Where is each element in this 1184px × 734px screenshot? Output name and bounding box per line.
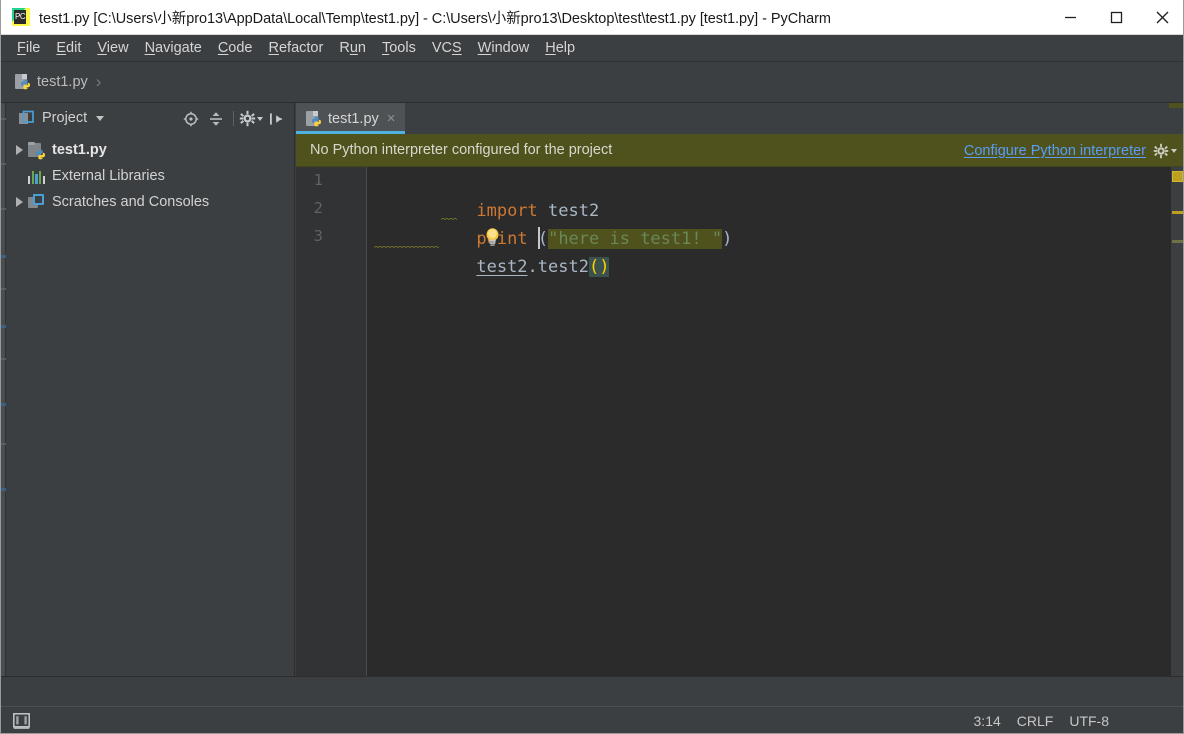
tree-item-label: External Libraries xyxy=(52,168,165,184)
breadcrumb-label: test1.py xyxy=(37,74,88,90)
project-panel-actions xyxy=(179,103,288,134)
token-dot: . xyxy=(527,257,538,277)
line-number: 1 xyxy=(313,171,323,189)
tree-item-label: Scratches and Consoles xyxy=(52,194,210,210)
hide-left-icon[interactable] xyxy=(264,107,288,131)
line-separator[interactable]: CRLF xyxy=(1017,713,1054,729)
token-paren-close: ) xyxy=(722,229,733,249)
token-module-ref: test2 xyxy=(476,257,528,277)
project-panel-header: Project xyxy=(6,103,294,134)
project-window-icon xyxy=(18,110,34,126)
breadcrumb-separator: › xyxy=(95,72,102,91)
window-controls xyxy=(1047,0,1183,34)
close-button[interactable] xyxy=(1139,0,1183,34)
close-icon[interactable]: × xyxy=(387,111,396,126)
pycharm-icon: PC xyxy=(12,8,30,26)
chevron-down-icon xyxy=(1171,148,1177,153)
menu-edit[interactable]: Edit xyxy=(48,37,89,60)
line-number: 3 xyxy=(313,227,323,245)
menu-tools[interactable]: Tools xyxy=(374,37,424,60)
text-caret xyxy=(538,227,540,249)
minimize-button[interactable] xyxy=(1047,0,1093,34)
code-editor[interactable]: 1 2 3 import test2 point ("here is test1… xyxy=(296,167,1183,706)
code-lines: import test2 point ("here is test1! ") t… xyxy=(368,167,732,671)
expand-arrow-icon[interactable] xyxy=(10,140,28,160)
gear-icon[interactable] xyxy=(1153,143,1177,159)
breadcrumb[interactable]: test1.py › xyxy=(15,72,101,92)
toolwindow-layout-icon[interactable] xyxy=(13,713,30,729)
menu-code[interactable]: Code xyxy=(210,37,261,60)
window-title: test1.py [C:\Users\小新pro13\AppData\Local… xyxy=(39,10,831,27)
editor-marker-gutter[interactable] xyxy=(1171,167,1183,706)
menu-help[interactable]: Help xyxy=(537,37,583,60)
warning-squiggle xyxy=(441,217,457,222)
editor-area: test1.py × No Python interpreter configu… xyxy=(296,103,1183,706)
menu-refactor[interactable]: Refactor xyxy=(261,37,332,60)
menu-vcs[interactable]: VCS xyxy=(424,37,470,60)
editor-tabs: test1.py × xyxy=(296,103,1183,134)
project-tree: test1.py External Libraries Scratches an… xyxy=(6,134,294,215)
chevron-down-icon[interactable] xyxy=(96,115,105,121)
libraries-icon xyxy=(28,168,46,185)
locate-target-icon[interactable] xyxy=(179,107,203,131)
pycharm-window: PC test1.py [C:\Users\小新pro13\AppData\Lo… xyxy=(0,0,1184,734)
tree-item-test1py[interactable]: test1.py xyxy=(6,137,294,163)
banner-message: No Python interpreter configured for the… xyxy=(310,142,613,158)
status-bar-right: 3:14 CRLF UTF-8 xyxy=(974,707,1173,733)
editor-tab-test1py[interactable]: test1.py × xyxy=(296,103,405,134)
status-bar: 3:14 CRLF UTF-8 https://blog.csdn.net/we… xyxy=(1,706,1183,733)
file-encoding[interactable]: UTF-8 xyxy=(1069,713,1109,729)
maximize-button[interactable] xyxy=(1093,0,1139,34)
python-module-icon xyxy=(28,141,45,159)
project-panel-title: Project xyxy=(42,110,88,126)
interpreter-banner: No Python interpreter configured for the… xyxy=(296,134,1183,167)
expand-arrow-icon[interactable] xyxy=(10,192,28,212)
menu-window[interactable]: Window xyxy=(470,37,538,60)
tree-item-scratches-and-consoles[interactable]: Scratches and Consoles xyxy=(6,189,294,215)
scratches-icon xyxy=(28,193,45,211)
scroll-corner xyxy=(1169,103,1183,108)
menu-bar: File Edit View Navigate Code Refactor Ru… xyxy=(1,35,1183,62)
main-toolbar: test1.py › xyxy=(1,62,1183,158)
editor-gutter[interactable]: 1 2 3 xyxy=(296,167,367,706)
marker-stripe xyxy=(1172,240,1183,243)
warning-marker[interactable] xyxy=(1172,171,1183,182)
code-line-1: import test2 xyxy=(374,169,599,221)
project-tool-window: Project test1.py External Libraries Scra… xyxy=(6,103,295,706)
python-file-icon xyxy=(306,110,322,127)
caret-position[interactable]: 3:14 xyxy=(974,713,1001,729)
token-function-ref: test2 xyxy=(537,257,589,277)
menu-navigate[interactable]: Navigate xyxy=(137,37,210,60)
editor-tab-label: test1.py xyxy=(328,110,379,127)
lightbulb-icon[interactable] xyxy=(382,199,499,246)
chevron-down-icon xyxy=(257,116,263,121)
collapse-all-icon[interactable] xyxy=(204,107,228,131)
line-number: 2 xyxy=(313,199,323,217)
marker-stripe xyxy=(1172,211,1183,214)
title-bar: PC test1.py [C:\Users\小新pro13\AppData\Lo… xyxy=(1,0,1183,35)
menu-file[interactable]: File xyxy=(9,37,48,60)
menu-run[interactable]: Run xyxy=(331,37,374,60)
token-parens-highlighted: () xyxy=(588,257,610,277)
gear-icon[interactable] xyxy=(239,107,263,131)
code-line-2: point ("here is test1! ") xyxy=(374,197,732,249)
bottom-toolwindow-strip[interactable] xyxy=(1,676,1183,706)
configure-python-interpreter-link[interactable]: Configure Python interpreter xyxy=(964,143,1146,159)
tree-item-external-libraries[interactable]: External Libraries xyxy=(6,163,294,189)
banner-actions: Configure Python interpreter xyxy=(964,134,1177,167)
divider xyxy=(233,111,234,126)
menu-view[interactable]: View xyxy=(89,37,136,60)
python-file-icon xyxy=(15,74,31,90)
tree-item-label: test1.py xyxy=(52,142,107,158)
